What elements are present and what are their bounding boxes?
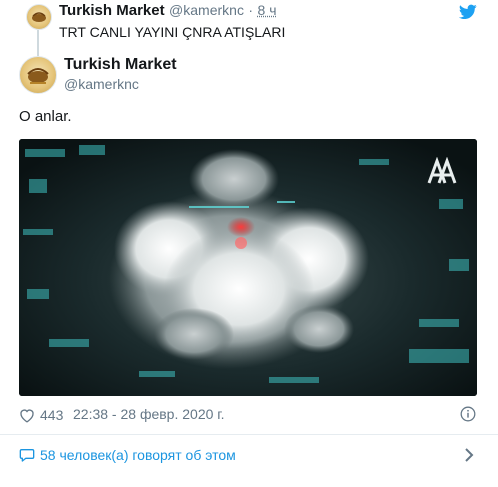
tweet-video[interactable]: [19, 139, 477, 396]
reply-text: TRT CANLI YAYINI ÇNRA ATIŞLARI: [59, 24, 286, 40]
reply-time[interactable]: 8 ч: [258, 2, 277, 18]
reply-header: Turkish Market @kamerknc · 8 ч: [59, 2, 277, 20]
reply-author-name[interactable]: Turkish Market: [59, 2, 165, 19]
tweet-text: O anlar.: [19, 108, 72, 125]
twitter-bird-icon[interactable]: [458, 4, 477, 20]
info-icon[interactable]: [460, 406, 476, 422]
conversation-link[interactable]: 58 человек(а) говорят об этом: [19, 445, 477, 465]
like-button[interactable]: 443: [19, 406, 63, 424]
like-count: 443: [40, 407, 64, 423]
avatar-logo: [32, 12, 46, 22]
divider: [0, 434, 498, 435]
author-name[interactable]: Turkish Market: [64, 56, 177, 74]
conversation-label: 58 человек(а) говорят об этом: [40, 447, 236, 463]
speech-bubble-icon: [19, 449, 35, 462]
heart-icon: [20, 408, 34, 423]
reply-dot: ·: [248, 2, 254, 18]
chevron-right-icon: [465, 448, 474, 462]
tweet-timestamp[interactable]: 22:38 - 28 февр. 2020 г.: [73, 406, 225, 422]
anadolu-watermark-logo: [427, 156, 457, 187]
video-frame: [19, 139, 477, 396]
avatar-logo: [27, 68, 49, 84]
author-handle[interactable]: @kamerknc: [64, 76, 139, 92]
reply-avatar[interactable]: [26, 4, 52, 30]
thread-connector: [37, 30, 39, 56]
reply-author-handle[interactable]: @kamerknc: [169, 2, 244, 18]
author-avatar[interactable]: [19, 56, 57, 94]
